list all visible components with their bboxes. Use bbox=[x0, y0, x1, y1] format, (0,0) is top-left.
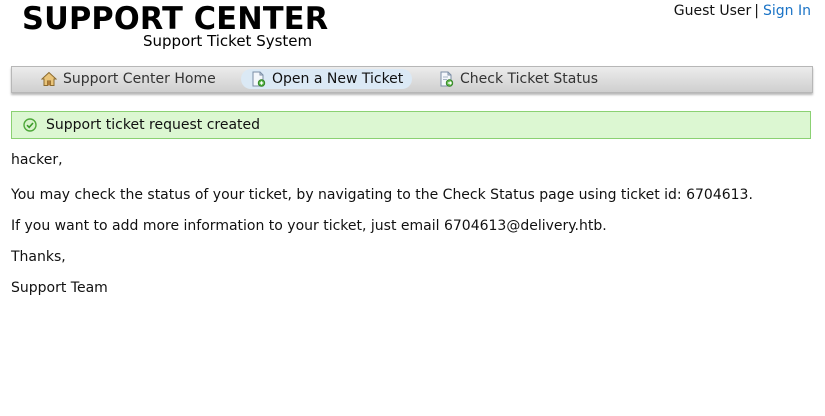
site-logo[interactable]: SUPPORT CENTER Support Ticket System bbox=[22, 0, 328, 50]
nav-bar: Support Center Home Open a New Ticket Ch… bbox=[11, 66, 813, 93]
greeting: hacker, bbox=[11, 152, 63, 168]
nav-label: Support Center Home bbox=[63, 71, 216, 87]
email-instructions: If you want to add more information to y… bbox=[11, 218, 607, 234]
user-area: Guest User | Sign In bbox=[674, 3, 811, 19]
nav-check-ticket-status[interactable]: Check Ticket Status bbox=[429, 69, 607, 89]
new-ticket-icon bbox=[252, 71, 266, 87]
closing: Thanks, bbox=[11, 249, 66, 265]
page: SUPPORT CENTER Support Ticket System Gue… bbox=[0, 0, 825, 416]
nav-label: Open a New Ticket bbox=[272, 71, 404, 87]
check-circle-icon bbox=[23, 118, 37, 132]
user-name: Guest User bbox=[673, 3, 752, 19]
sign-in-link[interactable]: Sign In bbox=[763, 3, 811, 19]
status-instructions: You may check the status of your ticket,… bbox=[11, 187, 753, 203]
user-separator: | bbox=[754, 3, 759, 19]
notice-text: Support ticket request created bbox=[46, 117, 261, 133]
ticket-status-icon bbox=[440, 71, 454, 87]
logo-subtitle: Support Ticket System bbox=[143, 32, 313, 50]
home-icon bbox=[41, 71, 57, 86]
nav-support-center-home[interactable]: Support Center Home bbox=[32, 69, 225, 89]
signature: Support Team bbox=[11, 280, 108, 296]
nav-label: Check Ticket Status bbox=[460, 71, 598, 87]
success-notice: Support ticket request created bbox=[11, 111, 811, 139]
nav-open-new-ticket[interactable]: Open a New Ticket bbox=[241, 69, 413, 89]
